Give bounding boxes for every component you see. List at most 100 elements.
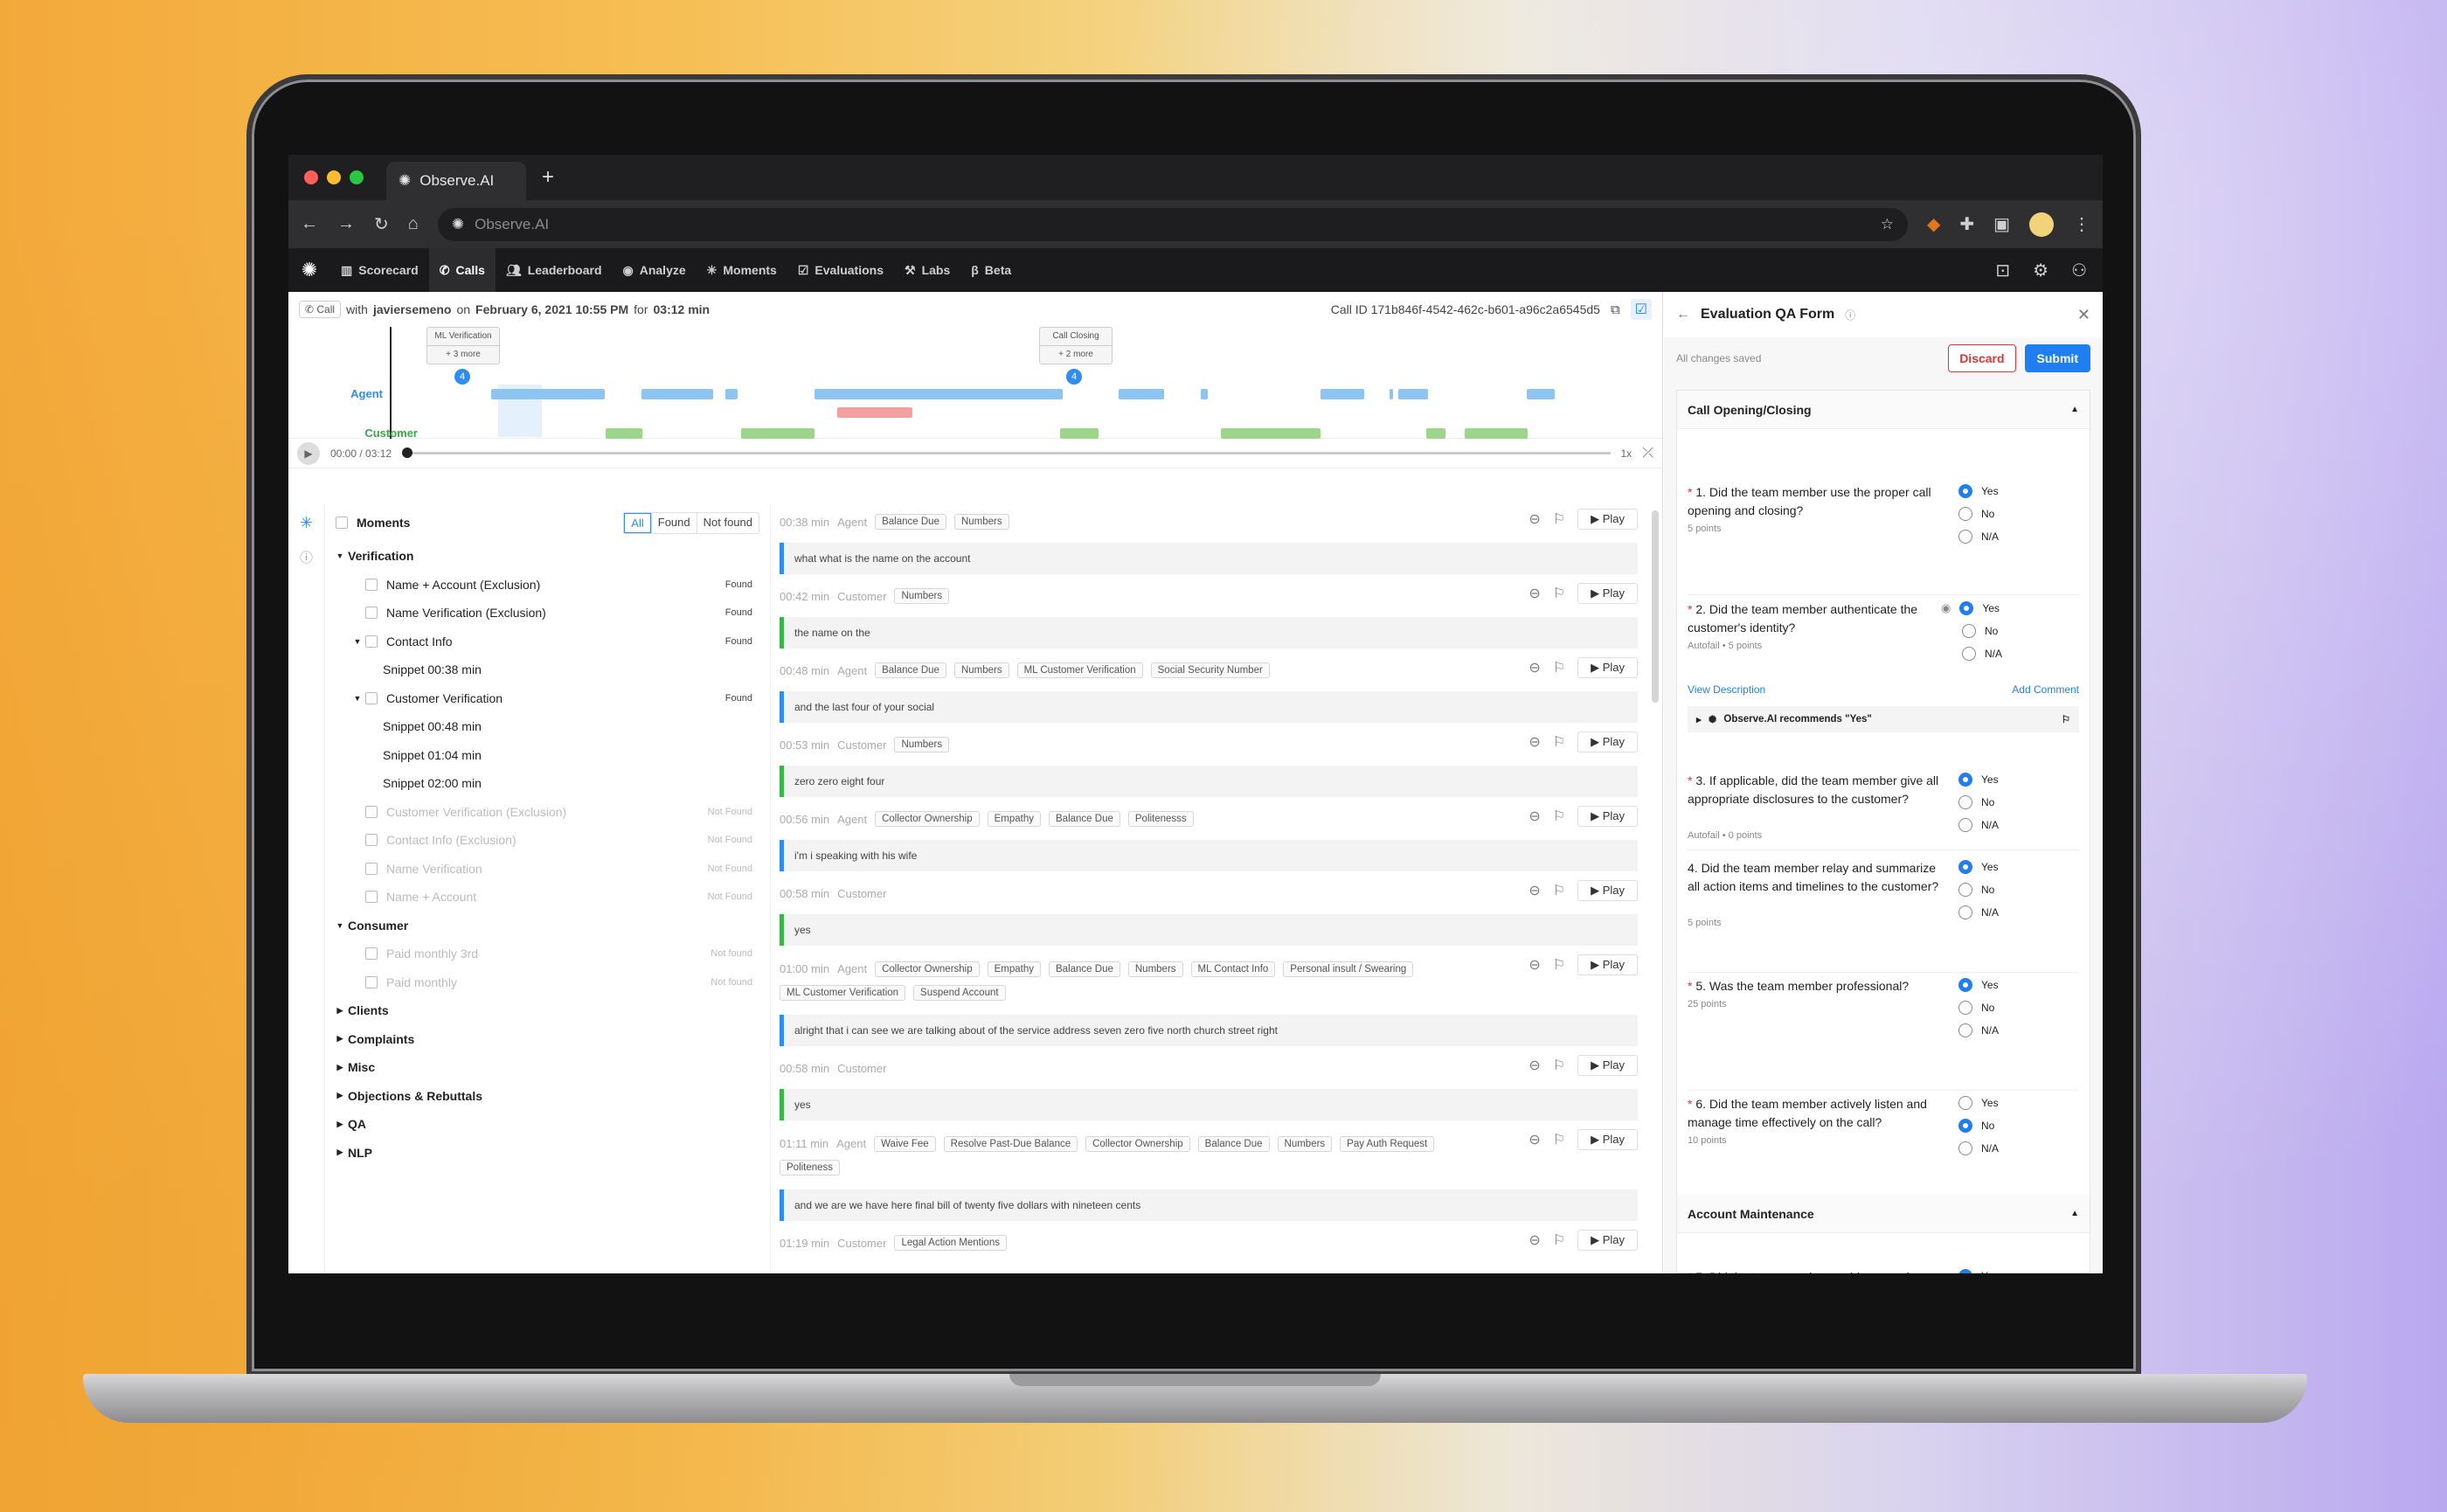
entry-time[interactable]: 00:38 min: [780, 516, 829, 529]
moment-row[interactable]: ▶ Clients: [325, 996, 770, 1025]
add-comment-link[interactable]: Add Comment: [2012, 683, 2079, 696]
user-icon[interactable]: ⚇: [2071, 260, 2087, 281]
moment-tag[interactable]: Legal Action Mentions: [894, 1235, 1007, 1251]
moment-tag[interactable]: Numbers: [894, 588, 950, 604]
moment-checkbox[interactable]: [365, 578, 378, 591]
entry-time[interactable]: 00:48 min: [780, 664, 829, 677]
moment-tag[interactable]: Personal insult / Swearing: [1283, 961, 1414, 977]
browser-menu-icon[interactable]: ⋮: [2073, 213, 2090, 235]
marker-count-badge[interactable]: 4: [454, 369, 470, 385]
radio-button[interactable]: [1962, 647, 1976, 661]
flag-icon[interactable]: ⚐: [1553, 1231, 1565, 1249]
moment-checkbox[interactable]: [365, 891, 378, 904]
moment-row[interactable]: ▼ Contact Info Found: [325, 628, 770, 656]
profile-avatar[interactable]: [2029, 212, 2054, 237]
moment-row[interactable]: Snippet 02:00 min: [325, 769, 770, 798]
moment-row[interactable]: ▶ QA: [325, 1110, 770, 1139]
moment-tag[interactable]: Balance Due: [1049, 811, 1120, 827]
radio-option[interactable]: No: [1958, 791, 2081, 814]
nav-labs[interactable]: ⚒ Labs: [894, 248, 960, 292]
moment-tag[interactable]: Suspend Account: [913, 984, 1006, 1001]
expand-caret-icon[interactable]: ▶: [332, 1034, 348, 1044]
moment-tag[interactable]: ML Customer Verification: [780, 984, 906, 1001]
flag-icon[interactable]: ⚐: [1553, 510, 1565, 528]
ai-recommendation[interactable]: ▸ ✺ Observe.AI recommends "Yes" ⚐: [1688, 706, 2079, 732]
radio-button[interactable]: [1958, 818, 1972, 832]
play-button[interactable]: ▶ Play: [1577, 880, 1638, 901]
caret-right-icon[interactable]: ▸: [1696, 713, 1702, 725]
moments-select-all-checkbox[interactable]: [336, 517, 348, 529]
radio-option[interactable]: Yes: [1958, 768, 2081, 791]
moment-tag[interactable]: ML Customer Verification: [1016, 662, 1143, 678]
radio-button[interactable]: [1959, 601, 1974, 615]
section-header[interactable]: Call Opening/Closing ▲: [1677, 391, 2090, 429]
radio-button[interactable]: [1958, 1119, 1972, 1133]
info-icon[interactable]: ⓘ: [300, 548, 313, 566]
sidepanel-icon[interactable]: ▣: [1993, 213, 2010, 235]
radio-option[interactable]: Yes: [1958, 856, 2081, 878]
radio-option[interactable]: No: [1958, 878, 2081, 901]
filter-found[interactable]: Found: [650, 512, 697, 533]
play-icon[interactable]: ▶: [297, 441, 320, 465]
nav-moments[interactable]: ✳ Moments: [697, 248, 787, 292]
moment-row[interactable]: Contact Info (Exclusion) Not Found: [325, 826, 770, 855]
collapse-icon[interactable]: ⤫: [1642, 446, 1653, 461]
moment-checkbox[interactable]: [365, 947, 378, 961]
expand-caret-icon[interactable]: ▼: [350, 694, 365, 703]
moment-tag[interactable]: Balance Due: [875, 514, 946, 530]
radio-button[interactable]: [1958, 773, 1972, 787]
audio-scrubber[interactable]: [402, 447, 1611, 458]
expand-caret-icon[interactable]: ▶: [332, 1091, 348, 1100]
expand-caret-icon[interactable]: ▶: [332, 1120, 348, 1129]
entry-time[interactable]: 00:53 min: [780, 739, 829, 752]
expand-caret-icon[interactable]: ▼: [350, 637, 365, 646]
nav-calls[interactable]: ✆ Calls: [428, 248, 496, 292]
radio-option[interactable]: Yes: [1958, 480, 2081, 503]
entry-time[interactable]: 01:19 min: [780, 1237, 829, 1250]
moment-checkbox[interactable]: [365, 635, 378, 648]
radio-option[interactable]: Yes: [1958, 1092, 2081, 1114]
radio-button[interactable]: [1958, 860, 1972, 874]
expand-caret-icon[interactable]: ▼: [332, 921, 348, 930]
comment-icon[interactable]: ⊖: [1529, 1231, 1540, 1249]
maximize-window-button[interactable]: [350, 170, 364, 184]
radio-button[interactable]: [1958, 905, 1972, 919]
moment-row[interactable]: ▼ Customer Verification Found: [325, 684, 770, 713]
radio-option[interactable]: Yes: [1958, 974, 2081, 996]
info-icon[interactable]: ⓘ: [1845, 308, 1855, 323]
filter-all[interactable]: All: [624, 512, 651, 533]
moment-tag[interactable]: Empathy: [987, 811, 1042, 827]
speed-control[interactable]: 1x: [1621, 447, 1632, 460]
moment-row[interactable]: ▶ Complaints: [325, 1025, 770, 1054]
moment-row[interactable]: Snippet 01:04 min: [325, 741, 770, 770]
moment-row[interactable]: Name + Account Not Found: [325, 883, 770, 912]
filter-not-found[interactable]: Not found: [696, 512, 759, 533]
view-description-link[interactable]: View Description: [1688, 683, 1765, 696]
moment-checkbox[interactable]: [365, 862, 378, 875]
reload-icon[interactable]: ↻: [374, 213, 389, 235]
moment-row[interactable]: ▶ Misc: [325, 1053, 770, 1082]
comment-icon[interactable]: ⊖: [1529, 956, 1540, 974]
minimize-window-button[interactable]: [327, 170, 341, 184]
evaluation-toggle-icon[interactable]: ☑: [1630, 299, 1652, 320]
nav-evaluations[interactable]: ☑ Evaluations: [787, 248, 894, 292]
nav-leaderboard[interactable]: 👥︎ Leaderboard: [496, 248, 613, 292]
expand-caret-icon[interactable]: ▶: [332, 1148, 348, 1157]
comment-icon[interactable]: ⊖: [1529, 1131, 1540, 1148]
entry-time[interactable]: 00:56 min: [780, 813, 829, 826]
radio-option[interactable]: N/A: [1958, 814, 2081, 836]
extensions-puzzle-icon[interactable]: ✚: [1959, 213, 1974, 235]
back-icon[interactable]: ←: [301, 214, 318, 234]
comment-icon[interactable]: ⊖: [1529, 510, 1540, 528]
radio-option[interactable]: No: [1941, 620, 2063, 642]
moment-row[interactable]: Name + Account (Exclusion) Found: [325, 571, 770, 600]
expand-caret-icon[interactable]: ▼: [332, 551, 348, 560]
radio-button[interactable]: [1958, 1023, 1972, 1037]
radio-button[interactable]: [1958, 507, 1972, 521]
comment-icon[interactable]: ⊖: [1529, 659, 1540, 676]
discard-button[interactable]: Discard: [1948, 344, 2016, 372]
moment-tag[interactable]: Waive Fee: [874, 1135, 936, 1152]
extension-fox-icon[interactable]: ◆: [1927, 213, 1940, 235]
moment-row[interactable]: Customer Verification (Exclusion) Not Fou…: [325, 798, 770, 827]
entry-time[interactable]: 00:42 min: [780, 590, 829, 603]
